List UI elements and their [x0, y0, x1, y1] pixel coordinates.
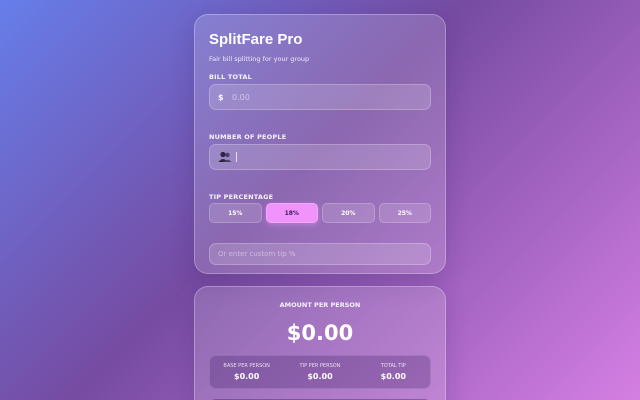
breakdown-base: BASE PER PERSON $0.00: [210, 363, 283, 381]
tip-per-person-label: TIP PER PERSON: [299, 363, 341, 369]
breakdown-total-tip: TOTAL TIP $0.00: [357, 363, 430, 381]
tip-option-20[interactable]: 20%: [322, 203, 375, 223]
currency-symbol: $: [218, 92, 224, 102]
people-field[interactable]: [209, 144, 431, 170]
base-per-person-value: $0.00: [234, 372, 260, 381]
custom-tip-field[interactable]: [209, 243, 431, 265]
app-title: SplitFare Pro: [209, 31, 303, 48]
bill-total-label: BILL TOTAL: [209, 73, 252, 81]
bill-total-field[interactable]: $: [209, 84, 431, 110]
tip-option-15[interactable]: 15%: [209, 203, 262, 223]
breakdown-panel: BASE PER PERSON $0.00 TIP PER PERSON $0.…: [209, 355, 431, 389]
text-cursor: [236, 152, 237, 162]
tip-options: 15% 18% 20% 25%: [209, 203, 431, 223]
people-label: NUMBER OF PEOPLE: [209, 133, 287, 141]
tip-option-25[interactable]: 25%: [378, 203, 431, 223]
tip-option-18[interactable]: 18%: [265, 203, 318, 223]
tip-per-person-value: $0.00: [307, 372, 333, 381]
total-tip-label: TOTAL TIP: [380, 363, 406, 369]
amount-per-person-value: $0.00: [286, 321, 354, 345]
amount-per-person-label: AMOUNT PER PERSON: [279, 301, 361, 309]
calculator-card: SplitFare Pro Fair bill splitting for yo…: [194, 14, 446, 274]
people-icon: [218, 151, 232, 162]
result-card: AMOUNT PER PERSON $0.00 BASE PER PERSON …: [194, 286, 446, 400]
bill-total-input[interactable]: [232, 92, 422, 102]
total-tip-value: $0.00: [380, 372, 406, 381]
base-per-person-label: BASE PER PERSON: [223, 363, 270, 369]
custom-tip-input[interactable]: [218, 250, 418, 258]
app-subtitle: Fair bill splitting for your group: [209, 55, 310, 63]
breakdown-tip: TIP PER PERSON $0.00: [283, 363, 356, 381]
tip-label: TIP PERCENTAGE: [209, 193, 274, 201]
